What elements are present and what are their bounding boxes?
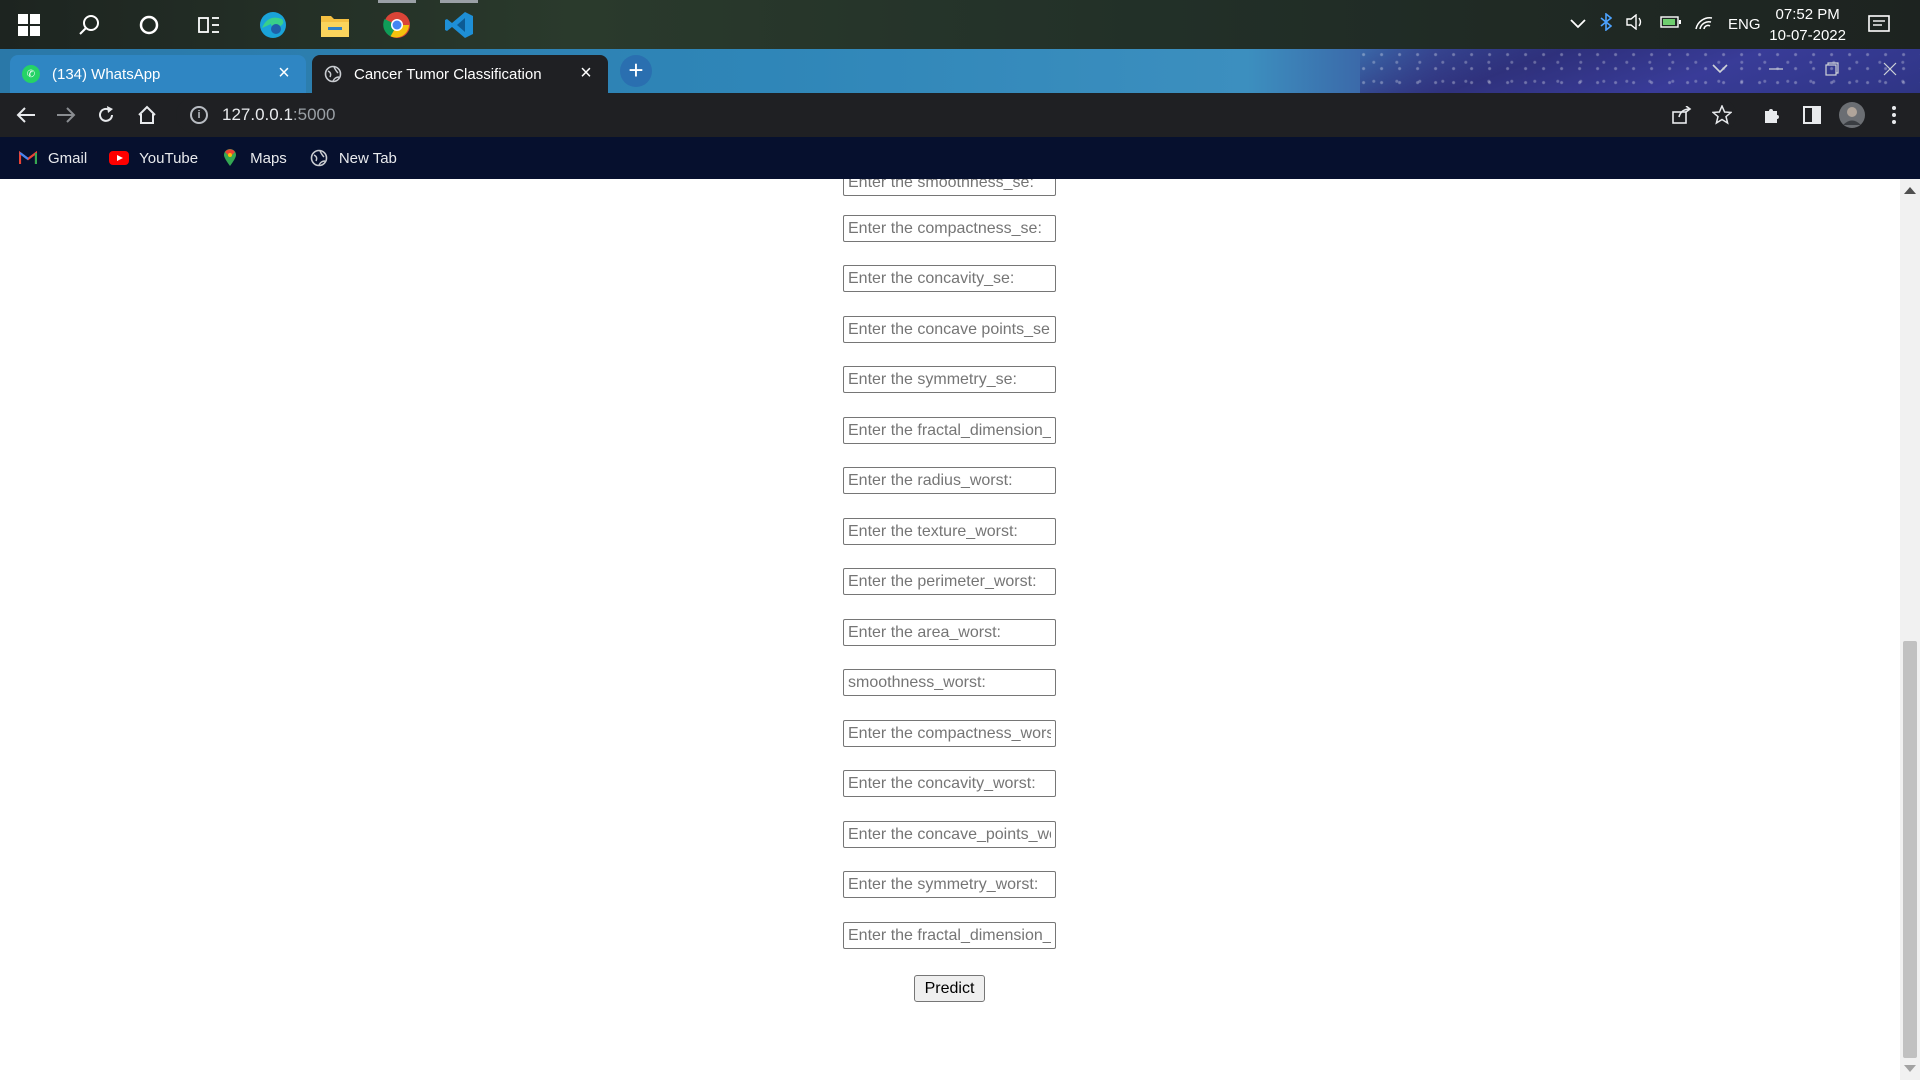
- search-icon[interactable]: [72, 8, 106, 42]
- cortana-icon[interactable]: [132, 8, 166, 42]
- concave-points-worst-field[interactable]: [843, 821, 1056, 848]
- clock-date: 10-07-2022: [1769, 27, 1846, 44]
- radius-worst-input[interactable]: [844, 468, 1055, 493]
- close-window-button[interactable]: [1862, 49, 1918, 89]
- bookmark-youtube[interactable]: YouTube: [109, 150, 198, 167]
- smoothness-se-input[interactable]: [844, 179, 1055, 195]
- home-icon[interactable]: [131, 99, 163, 131]
- gmail-icon: [18, 150, 38, 166]
- area-worst-field[interactable]: [843, 619, 1056, 646]
- bookmark-gmail[interactable]: Gmail: [18, 150, 87, 167]
- windows-taskbar: ENG 07:52 PM 10-07-2022: [0, 0, 1920, 49]
- area-worst-input[interactable]: [844, 620, 1055, 645]
- url-port: :5000: [292, 105, 336, 124]
- texture-worst-field[interactable]: [843, 518, 1056, 545]
- tab-search-icon[interactable]: [1692, 49, 1748, 89]
- concave-points-se-input[interactable]: [844, 317, 1055, 342]
- smoothness-worst-input[interactable]: [844, 670, 1055, 695]
- new-tab-button[interactable]: +: [620, 55, 652, 87]
- symmetry-se-input[interactable]: [844, 367, 1055, 392]
- page-content: Predict: [0, 179, 1900, 1080]
- compactness-worst-field[interactable]: [843, 720, 1056, 747]
- windows-start-icon[interactable]: [12, 8, 46, 42]
- share-icon[interactable]: [1668, 101, 1696, 129]
- forward-arrow-icon[interactable]: [50, 99, 82, 131]
- chrome-icon[interactable]: [378, 0, 416, 42]
- back-arrow-icon[interactable]: [10, 99, 42, 131]
- compactness-se-field[interactable]: [843, 215, 1056, 242]
- close-tab-icon[interactable]: ×: [274, 63, 294, 84]
- scrollbar-thumb[interactable]: [1903, 641, 1917, 1058]
- perimeter-worst-field[interactable]: [843, 568, 1056, 595]
- symmetry-worst-input[interactable]: [844, 872, 1055, 897]
- radius-worst-field[interactable]: [843, 467, 1056, 494]
- restore-button[interactable]: [1804, 49, 1860, 89]
- bookmark-label: Gmail: [48, 149, 88, 167]
- vscode-icon[interactable]: [440, 0, 478, 42]
- concave-points-worst-input[interactable]: [844, 822, 1055, 847]
- smoothness-se-field[interactable]: [843, 179, 1056, 196]
- symmetry-se-field[interactable]: [843, 366, 1056, 393]
- predict-button[interactable]: Predict: [914, 975, 985, 1002]
- bookmark-maps[interactable]: Maps: [220, 149, 287, 167]
- file-explorer-icon[interactable]: [318, 8, 352, 42]
- texture-worst-input[interactable]: [844, 519, 1055, 544]
- tab-cancer-tumor-classification[interactable]: Cancer Tumor Classification ×: [312, 55, 608, 93]
- tab-title: Cancer Tumor Classification: [354, 65, 542, 83]
- bookmarks-bar: Gmail YouTube Maps New Tab: [0, 137, 1920, 179]
- page-scrollbar[interactable]: [1900, 179, 1920, 1080]
- tab-whatsapp[interactable]: ✆ (134) WhatsApp ×: [10, 55, 306, 93]
- edge-browser-icon[interactable]: [256, 8, 290, 42]
- chevron-up-icon[interactable]: [1570, 16, 1586, 34]
- concavity-se-input[interactable]: [844, 266, 1055, 291]
- clock-time: 07:52 PM: [1775, 6, 1840, 23]
- bookmark-label: YouTube: [139, 149, 199, 167]
- compactness-se-input[interactable]: [844, 216, 1055, 241]
- side-panel-icon[interactable]: [1798, 101, 1826, 129]
- concave-points-se-field[interactable]: [843, 316, 1056, 343]
- more-menu-icon[interactable]: [1880, 101, 1908, 129]
- browser-toolbar: i 127.0.0.1:5000: [0, 93, 1920, 137]
- concavity-se-field[interactable]: [843, 265, 1056, 292]
- taskbar-clock[interactable]: 07:52 PM 10-07-2022: [1769, 4, 1846, 46]
- profile-avatar[interactable]: [1838, 101, 1866, 129]
- address-bar[interactable]: i 127.0.0.1:5000: [176, 97, 1736, 133]
- bookmark-label: New Tab: [338, 149, 397, 167]
- whatsapp-icon: ✆: [22, 65, 40, 83]
- close-tab-icon[interactable]: ×: [576, 63, 596, 84]
- maps-icon: [220, 149, 240, 166]
- minimize-button[interactable]: [1748, 49, 1804, 89]
- concavity-worst-field[interactable]: [843, 770, 1056, 797]
- volume-icon[interactable]: [1626, 13, 1646, 35]
- fractal-dimension-se-field[interactable]: [843, 417, 1056, 444]
- scroll-up-arrow-icon[interactable]: [1904, 187, 1916, 194]
- fractal-dimension-worst-input[interactable]: [844, 923, 1055, 948]
- notifications-icon[interactable]: [1862, 8, 1896, 42]
- wifi-icon[interactable]: [1694, 14, 1714, 35]
- battery-icon[interactable]: [1660, 15, 1682, 34]
- perimeter-worst-input[interactable]: [844, 569, 1055, 594]
- bookmark-new-tab[interactable]: New Tab: [309, 150, 397, 167]
- task-view-icon[interactable]: [192, 8, 226, 42]
- url-host: 127.0.0.1: [222, 105, 293, 124]
- globe-icon: [324, 65, 342, 83]
- smoothness-worst-field[interactable]: [843, 669, 1056, 696]
- system-tray: ENG: [1570, 0, 1761, 49]
- bookmark-label: Maps: [250, 149, 287, 167]
- youtube-icon: [109, 150, 130, 166]
- site-info-icon[interactable]: i: [190, 106, 208, 124]
- fractal-dimension-worst-field[interactable]: [843, 922, 1056, 949]
- reload-icon[interactable]: [90, 99, 122, 131]
- extensions-icon[interactable]: [1758, 101, 1786, 129]
- concavity-worst-input[interactable]: [844, 771, 1055, 796]
- tab-title: (134) WhatsApp: [52, 65, 161, 83]
- bookmark-star-icon[interactable]: [1708, 101, 1736, 129]
- scroll-down-arrow-icon[interactable]: [1904, 1065, 1916, 1072]
- bluetooth-icon[interactable]: [1600, 12, 1613, 36]
- globe-icon: [309, 149, 329, 167]
- compactness-worst-input[interactable]: [844, 721, 1055, 746]
- fractal-dimension-se-input[interactable]: [844, 418, 1055, 443]
- language-indicator[interactable]: ENG: [1728, 16, 1761, 33]
- symmetry-worst-field[interactable]: [843, 871, 1056, 898]
